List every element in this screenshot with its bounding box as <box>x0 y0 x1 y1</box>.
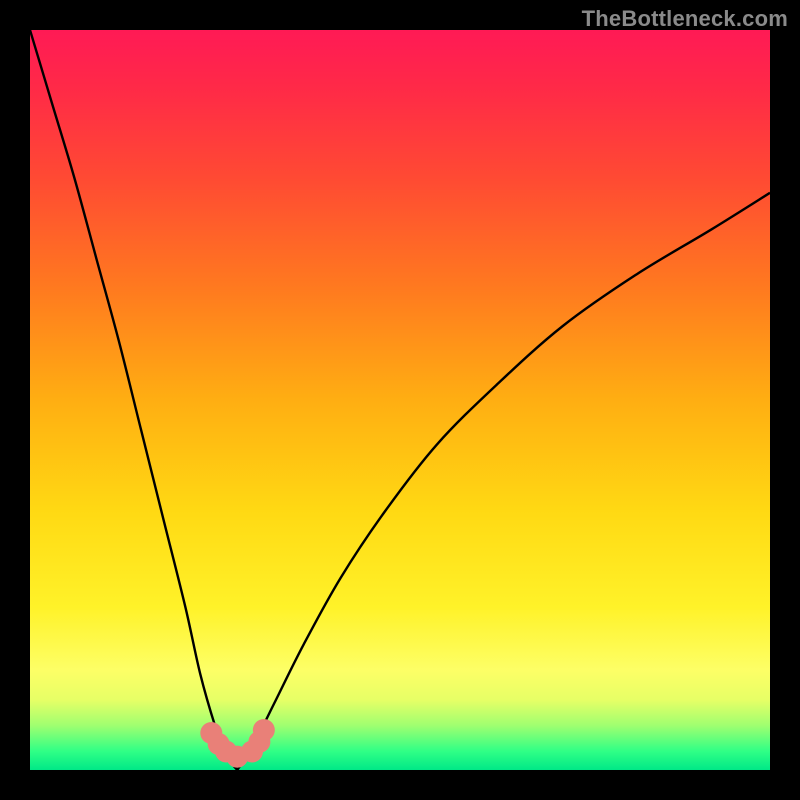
data-marker <box>253 719 275 741</box>
gradient-background <box>30 30 770 770</box>
plot-area <box>30 30 770 770</box>
watermark-text: TheBottleneck.com <box>582 6 788 32</box>
bottleneck-chart <box>30 30 770 770</box>
chart-frame: TheBottleneck.com <box>0 0 800 800</box>
